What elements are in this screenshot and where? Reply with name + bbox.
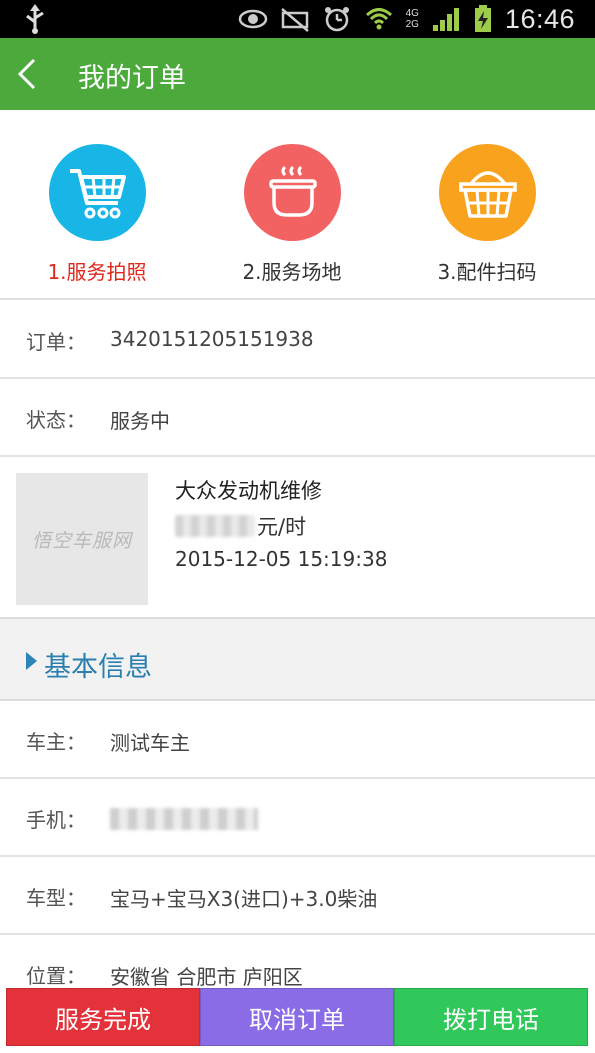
product-item[interactable]: 悟空车服网 大众发动机维修 元/时 2015-12-05 15:19:38 [0,457,595,619]
step-2-circle [244,144,341,241]
owner-value: 测试车主 [110,731,190,755]
thumbnail-logo: 悟空车服网 [31,529,132,552]
signal-icon [432,8,459,31]
call-phone-button[interactable]: 拨打电话 [394,988,588,1046]
mute-icon [280,8,309,32]
eye-icon [238,9,267,29]
status-bar: 4G 2G 16:46 [0,0,595,38]
location-label: 位置： [26,964,86,988]
step-3-label: 3.配件扫码 [437,260,537,284]
service-steps: 1.服务拍照 2.服务场地 3.配件扫码 [0,110,595,300]
section-title: 基本信息 [44,652,152,683]
cart-icon [69,168,126,218]
basket-icon [458,170,517,218]
step-service-photo[interactable]: 1.服务拍照 [7,144,187,284]
status-time: 16:46 [504,3,575,34]
car-model-value: 宝马+宝马X3(进口)+3.0柴油 [110,887,378,911]
owner-row: 车主： 测试车主 [0,701,595,779]
phone-redacted [110,807,258,830]
car-model-row: 车型： 宝马+宝马X3(进口)+3.0柴油 [0,857,595,935]
product-name: 大众发动机维修 [175,479,322,503]
location-value: 安徽省 合肥市 庐阳区 [110,965,303,989]
phone-value [110,805,258,830]
chevron-left-icon [17,58,36,90]
owner-label: 车主： [26,730,86,754]
bowl-icon [268,165,317,217]
battery-icon [474,5,491,32]
price-unit: 元/时 [257,515,307,539]
price-redacted [175,515,255,537]
page-title: 我的订单 [78,63,186,94]
order-status-row: 状态： 服务中 [0,379,595,457]
product-time: 2015-12-05 15:19:38 [175,547,388,571]
phone-label: 手机： [26,808,86,832]
product-thumbnail: 悟空车服网 [16,473,148,605]
step-1-label: 1.服务拍照 [47,260,147,284]
step-3-circle [439,144,536,241]
step-parts-scan[interactable]: 3.配件扫码 [397,144,577,284]
network-top-label: 4G [405,8,419,19]
order-status-label: 状态： [26,408,86,432]
order-status-value: 服务中 [110,409,170,433]
app-header: 我的订单 [0,38,595,110]
alarm-icon [324,7,349,32]
usb-icon [26,4,44,34]
triangle-right-icon [26,652,37,670]
order-number-value: 3420151205151938 [110,327,314,351]
step-1-circle [49,144,146,241]
network-bottom-label: 2G [405,19,419,30]
service-complete-button[interactable]: 服务完成 [6,988,200,1046]
action-bar: 服务完成 取消订单 拨打电话 [6,988,588,1046]
step-2-label: 2.服务场地 [242,260,342,284]
basic-info-section[interactable]: 基本信息 [0,619,595,701]
order-number-row: 订单： 3420151205151938 [0,301,595,379]
car-model-label: 车型： [26,886,86,910]
cancel-order-button[interactable]: 取消订单 [200,988,394,1046]
step-service-venue[interactable]: 2.服务场地 [202,144,382,284]
product-price: 元/时 [175,511,306,541]
wifi-icon [365,8,392,30]
order-number-label: 订单： [26,330,86,354]
phone-row: 手机： [0,779,595,857]
back-button[interactable] [10,52,54,96]
network-type: 4G 2G [406,8,419,30]
